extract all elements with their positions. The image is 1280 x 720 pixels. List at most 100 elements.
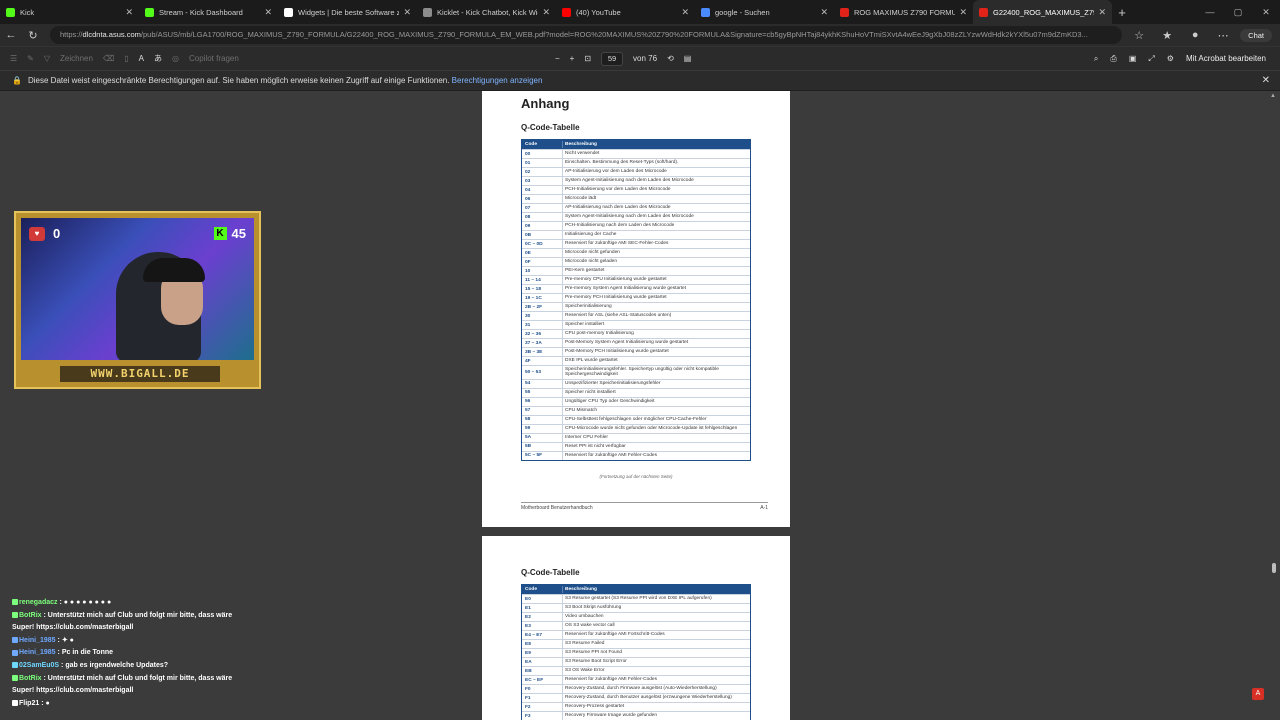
- copilot-label[interactable]: Copilot fragen: [189, 54, 239, 63]
- close-icon[interactable]: ✕: [1262, 71, 1270, 91]
- back-icon[interactable]: ←: [0, 29, 22, 41]
- contents-icon[interactable]: ☰: [10, 54, 17, 63]
- draw-icon[interactable]: ▽: [44, 54, 50, 63]
- menu-icon[interactable]: ⋯: [1212, 29, 1234, 42]
- heart-rate-value: 0: [53, 226, 61, 241]
- tab-close-icon[interactable]: ✕: [542, 7, 550, 18]
- settings-icon[interactable]: ⚙: [1167, 54, 1174, 63]
- website-banner: WWW.BIGALL.DE: [60, 366, 220, 382]
- url-input[interactable]: https://dlcdnta.asus.com/pub/ASUS/mb/LGA…: [50, 26, 1123, 44]
- reload-icon[interactable]: ↻: [22, 29, 44, 42]
- description-cell: PCH-Initialisierung nach dem Laden des M…: [562, 222, 750, 230]
- draw-label[interactable]: Zeichnen: [60, 54, 93, 63]
- tab-close-icon[interactable]: ✕: [959, 7, 967, 18]
- browser-tab[interactable]: ROG MAXIMUS Z790 FORMULA | R✕: [834, 0, 973, 24]
- description-cell: Recovery-Zustand, durch Firmware ausgelö…: [562, 685, 750, 693]
- tab-close-icon[interactable]: ✕: [820, 7, 828, 18]
- qcode-cell: 0F: [525, 259, 531, 265]
- fullscreen-icon[interactable]: ⤢: [1148, 54, 1154, 64]
- description-cell: Interner CPU Fehler: [562, 434, 750, 442]
- chat-text: : Unterstützt mich auf Club und folgt mi…: [43, 611, 233, 619]
- tab-close-icon[interactable]: ✕: [681, 7, 689, 18]
- browser-tab[interactable]: Widgets | Die beste Software zur C✕: [278, 0, 417, 24]
- highlight-icon[interactable]: ✎: [27, 54, 34, 63]
- zoom-out-icon[interactable]: −: [555, 54, 560, 63]
- table-header: Code Beschreibung: [522, 140, 750, 149]
- erase-icon[interactable]: ⌫: [103, 54, 114, 63]
- table-row: 02 AP-Initialisierung vor dem Laden des M…: [522, 167, 750, 176]
- new-tab-icon[interactable]: +: [1112, 5, 1132, 20]
- chat-username: Heini_1985: [19, 649, 56, 657]
- chat-button[interactable]: Chat: [1240, 28, 1272, 42]
- chat-username: renegadacz: [19, 599, 58, 606]
- copilot-icon[interactable]: ◎: [172, 54, 179, 63]
- qcode-cell: 0B: [525, 232, 532, 238]
- qcode-cell: 03: [525, 178, 531, 184]
- zoom-in-icon[interactable]: +: [570, 54, 575, 63]
- table-row: E0 S3 Resume gestartet (S3 Resume PPI wir…: [522, 594, 750, 603]
- qcode-table-2: Code Beschreibung E0 S3 Resume gestartet …: [521, 584, 751, 720]
- qcode-cell: EA: [525, 659, 532, 665]
- qcode-cell: E9: [525, 650, 531, 656]
- rotate-icon[interactable]: ⟲: [667, 54, 674, 63]
- page-view-icon[interactable]: ▯: [124, 54, 128, 63]
- tab-title: google - Suchen: [715, 7, 770, 17]
- favorites-icon[interactable]: ★: [1156, 29, 1178, 42]
- qcode-cell: 01: [525, 160, 531, 166]
- search-icon[interactable]: ⌕: [1094, 54, 1098, 64]
- qcode-cell: 0E: [525, 250, 531, 256]
- close-window-icon[interactable]: ✕: [1252, 0, 1280, 24]
- qcode-cell: 30: [525, 313, 531, 319]
- page-number-input[interactable]: 59: [601, 51, 624, 66]
- permissions-link[interactable]: Berechtigungen anzeigen: [452, 76, 543, 85]
- tab-title: ROG MAXIMUS Z790 FORMULA | R: [854, 7, 956, 17]
- tab-title: G22400_ROG_MAXIMUS_Z790_FO: [993, 7, 1094, 17]
- col-desc-header: Beschreibung: [562, 140, 750, 149]
- description-cell: Speicher installiert: [562, 321, 750, 329]
- table-row: 58 CPU-Selbsttest fehlgeschlagen oder mög…: [522, 414, 750, 424]
- tab-title: Stream - Kick Dashboard: [159, 7, 243, 17]
- tab-close-icon[interactable]: ✕: [1098, 7, 1106, 18]
- read-aloud-icon[interactable]: A: [139, 54, 144, 63]
- description-cell: CPU Mismatch: [562, 407, 750, 415]
- description-cell: PEI-Kern gestartet: [562, 267, 750, 275]
- chat-message: BotRix : Unterstützt mich auf Club und f…: [12, 673, 252, 686]
- chat-text: : ● ● ● ● ● ● ● ●: [59, 599, 112, 606]
- maximize-icon[interactable]: ▢: [1224, 0, 1252, 24]
- qcode-cell: 04: [525, 187, 531, 193]
- scroll-up-icon[interactable]: ▲: [1270, 93, 1276, 99]
- browser-tab[interactable]: (40) YouTube ✕: [556, 0, 695, 24]
- qcode-cell: 19 – 1C: [525, 295, 542, 301]
- qcode-cell: F2: [525, 704, 531, 710]
- extension-icon[interactable]: ●: [1184, 29, 1206, 41]
- print-icon[interactable]: ⎙: [1110, 54, 1116, 64]
- scrollbar[interactable]: ▲: [1270, 91, 1278, 720]
- table-row: 01 Einschalten. Bestimmung des Reset-Typs…: [522, 158, 750, 167]
- edit-in-acrobat-button[interactable]: Mit Acrobat bearbeiten: [1186, 54, 1266, 63]
- description-cell: PCH-Initialisierung vor dem Laden des Mi…: [562, 186, 750, 194]
- qcode-cell: 10: [525, 268, 531, 274]
- description-cell: Reserviert für zukünftige AMI Fortschrit…: [562, 631, 750, 639]
- tab-close-icon[interactable]: ✕: [264, 7, 272, 18]
- browser-tab[interactable]: G22400_ROG_MAXIMUS_Z790_FO ✕: [973, 0, 1112, 24]
- chat-text: : ●: [41, 699, 50, 707]
- tab-title: Kick: [20, 7, 35, 17]
- save-icon[interactable]: ▣: [1129, 54, 1137, 63]
- browser-tab[interactable]: Kicklet - Kick Chatbot, Kick Widge ✕: [417, 0, 556, 24]
- tab-close-icon[interactable]: ✕: [403, 7, 411, 18]
- translate-icon[interactable]: あ: [154, 53, 162, 64]
- table-row: 3B – 3E Post-Memory PCH Initialisierung w…: [522, 347, 750, 356]
- browser-tab[interactable]: Stream - Kick Dashboard ✕: [139, 0, 278, 24]
- url-host: dlcdnta.asus.com: [82, 30, 141, 39]
- minimize-icon[interactable]: —: [1196, 0, 1224, 24]
- fit-page-icon[interactable]: ⊡: [584, 54, 591, 63]
- star-icon[interactable]: ☆: [1128, 29, 1150, 42]
- pdf-app-icon[interactable]: A: [1252, 688, 1264, 700]
- browser-tab[interactable]: Kick ✕: [0, 0, 139, 24]
- page-heading: Anhang: [521, 96, 570, 111]
- browser-tab[interactable]: google - Suchen ✕: [695, 0, 834, 24]
- scrollbar-thumb[interactable]: [1272, 563, 1276, 573]
- two-page-icon[interactable]: ▤: [684, 54, 692, 63]
- tab-close-icon[interactable]: ✕: [125, 7, 133, 18]
- webcam-overlay: ♥ 0 K 45 WWW.BIGALL.DE: [14, 211, 261, 389]
